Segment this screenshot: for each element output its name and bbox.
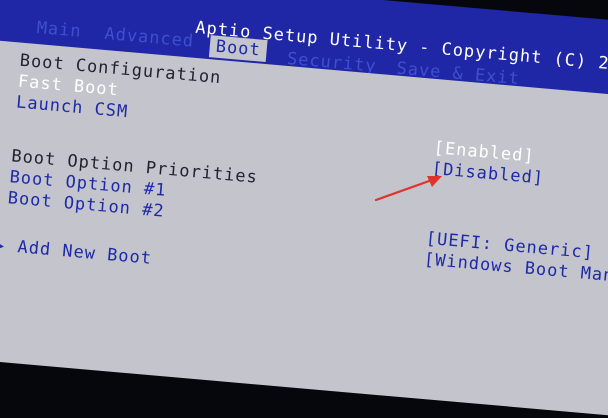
tab-advanced[interactable]: Advanced bbox=[104, 24, 195, 52]
tab-boot[interactable]: Boot bbox=[208, 35, 268, 63]
boot-settings-panel: Boot Configuration Fast Boot Launch CSM … bbox=[0, 39, 608, 418]
annotation-arrow-icon bbox=[374, 176, 442, 202]
submenu-arrow-icon: ▸ bbox=[0, 235, 8, 257]
bios-screen: Aptio Setup Utility - Copyright (C) 20 M… bbox=[0, 0, 608, 418]
add-new-boot-option[interactable]: Add New Boot bbox=[17, 237, 153, 269]
tab-main[interactable]: Main bbox=[36, 18, 83, 42]
